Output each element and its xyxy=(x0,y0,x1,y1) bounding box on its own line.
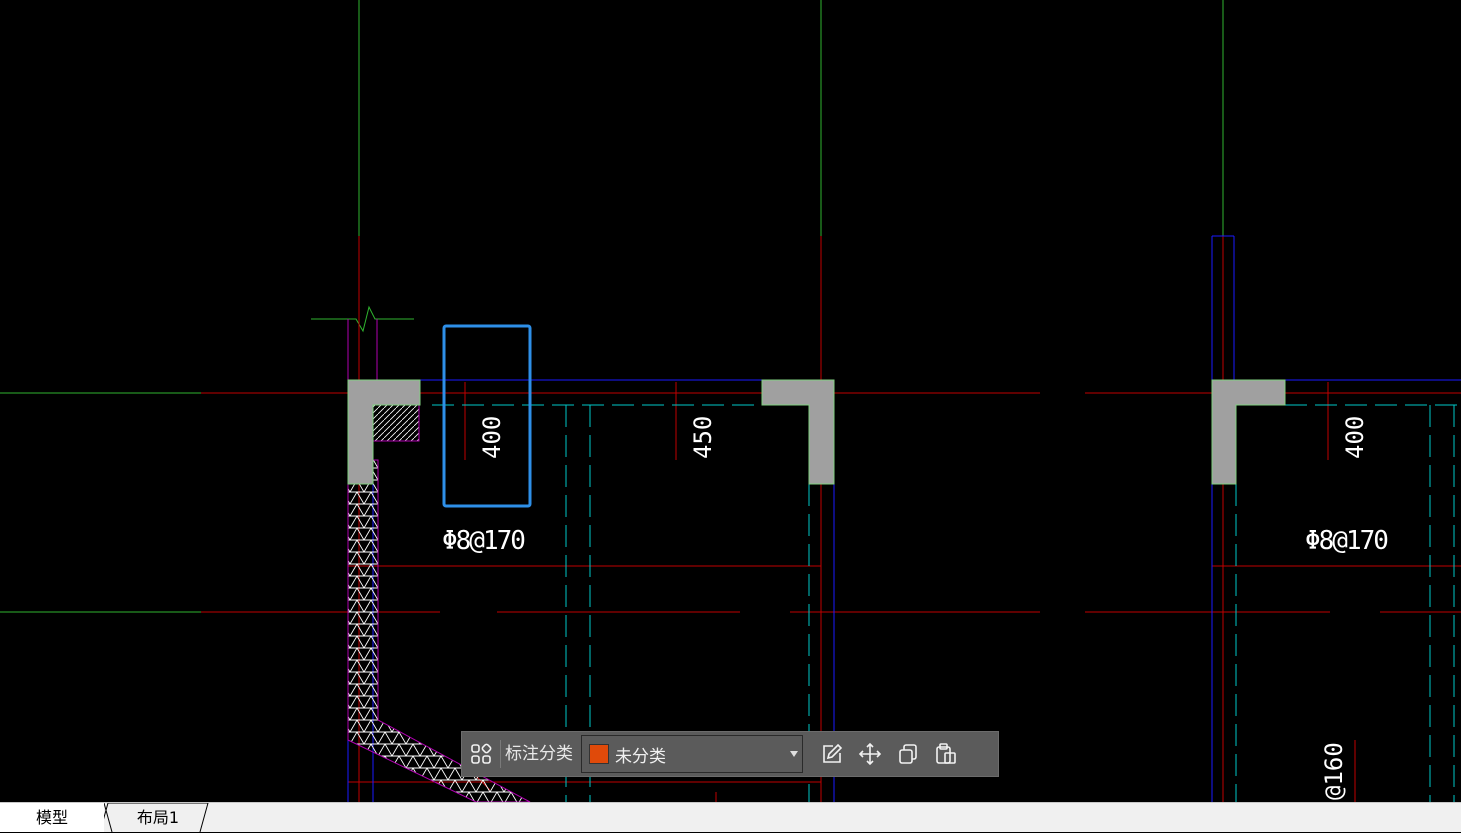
tab-model[interactable]: 模型 xyxy=(0,803,104,832)
paste-icon xyxy=(936,743,956,764)
grid-apps-button[interactable] xyxy=(462,735,500,773)
chevron-down-icon xyxy=(790,751,798,757)
annotation-category-select[interactable]: 未分类 xyxy=(581,735,803,773)
annotation-toolbar: 标注分类 未分类 xyxy=(461,731,999,777)
copy-icon xyxy=(899,744,917,764)
rebar-text-c[interactable]: @160 xyxy=(1320,742,1348,800)
cad-drawing-canvas[interactable]: 400 450 400 Φ8@170 Φ8@170 @160 xyxy=(0,0,1461,802)
edit-button[interactable] xyxy=(813,735,851,773)
rebar-text-a[interactable]: Φ8@170 xyxy=(442,526,526,556)
category-color-swatch xyxy=(589,744,609,764)
paste-button[interactable] xyxy=(927,735,965,773)
move-icon xyxy=(858,742,882,766)
red-axis-lines xyxy=(201,236,1461,802)
tab-layout1[interactable]: 布局1 xyxy=(110,803,206,832)
edit-icon xyxy=(823,743,843,763)
grid-apps-icon xyxy=(471,743,492,764)
category-select-value: 未分类 xyxy=(615,746,666,767)
dim-text-400-a[interactable]: 400 xyxy=(478,416,506,459)
copy-button[interactable] xyxy=(889,735,927,773)
dim-text-400-b[interactable]: 400 xyxy=(1341,416,1369,459)
dim-text-450[interactable]: 450 xyxy=(689,416,717,459)
blue-wall-lines xyxy=(347,235,1461,802)
move-button[interactable] xyxy=(851,735,889,773)
layout-tab-bar: 模型 布局1 xyxy=(0,802,1461,832)
green-axis-lines xyxy=(0,0,1224,613)
annotation-category-label: 标注分类 xyxy=(500,740,581,768)
rebar-text-b[interactable]: Φ8@170 xyxy=(1305,526,1389,556)
